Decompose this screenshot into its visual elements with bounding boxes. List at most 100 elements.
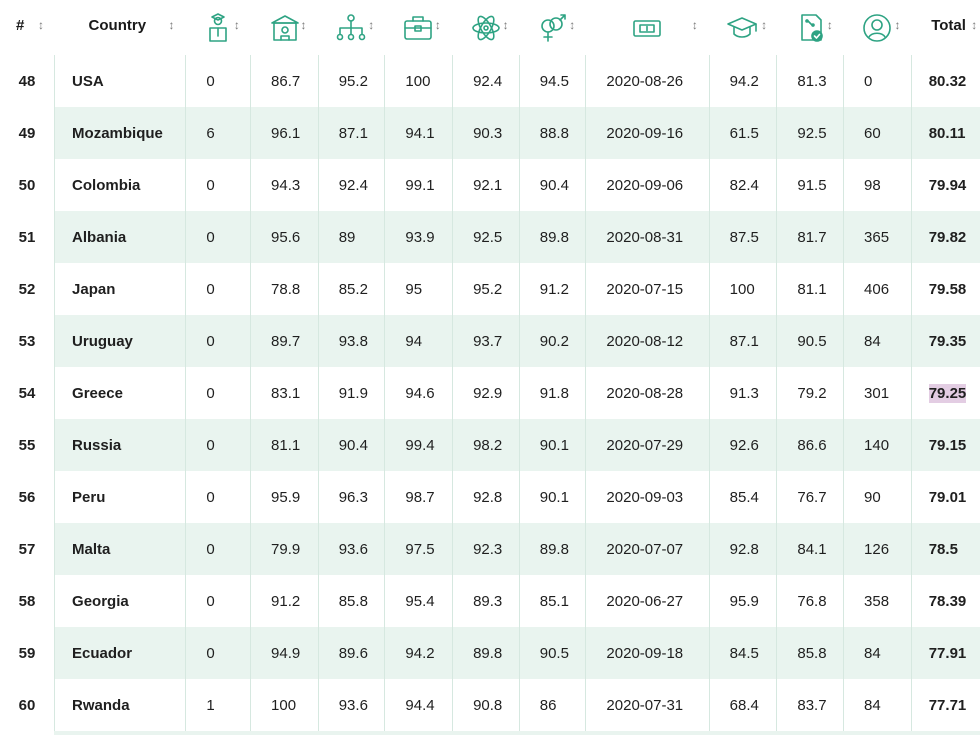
date-cell: 2020-09-03	[585, 471, 710, 523]
country-cell[interactable]: Rwanda	[54, 679, 186, 731]
country-cell[interactable]: Colombia	[54, 159, 186, 211]
col-header-7[interactable]: ↕	[586, 0, 709, 55]
score-cell: 81.3	[776, 55, 844, 107]
score-cell: 365	[843, 211, 912, 263]
country-cell[interactable]: Malta	[54, 523, 186, 575]
table-row[interactable]: 54 Greece 0 83.1 91.9 94.6 92.9 91.8 2020-08-28 9…	[0, 367, 980, 419]
score-cell: 95.4	[384, 575, 453, 627]
country-cell[interactable]: Mozambique	[54, 107, 186, 159]
score-cell: 81.1	[250, 419, 319, 471]
score-cell: 94	[384, 315, 453, 367]
score-cell: 94.2	[708, 55, 777, 107]
score-cell: 140	[843, 419, 912, 471]
total-value: 79.25	[928, 383, 967, 403]
table-row[interactable]: 55 Russia 0 81.1 90.4 99.4 98.2 90.1 2020-07-29 9…	[0, 419, 980, 471]
table-row[interactable]: 51 Albania 0 95.6 89 93.9 92.5 89.8 2020-08-31 87…	[0, 211, 980, 263]
score-cell: 0	[185, 523, 251, 575]
score-cell: 94.2	[384, 627, 453, 679]
table-row[interactable]: 49 Mozambique 6 96.1 87.1 94.1 90.3 88.8 2020-09…	[0, 107, 980, 159]
country-cell[interactable]: Ecuador	[54, 627, 186, 679]
country-cell[interactable]: Japan	[54, 263, 186, 315]
score-cell: 86.7	[250, 55, 319, 107]
col-header-9[interactable]: ↕	[777, 0, 844, 55]
score-cell: 85.8	[776, 627, 844, 679]
rank-header[interactable]: # ↕	[0, 0, 55, 55]
score-cell: 87.1	[317, 107, 385, 159]
sort-icon[interactable]: ↕	[368, 18, 374, 32]
score-cell: 94.6	[384, 367, 453, 419]
score-cell: 100	[384, 55, 453, 107]
graduation-person-icon	[202, 12, 234, 48]
total-cell: 77.71	[910, 679, 980, 731]
school-building-icon	[269, 12, 301, 48]
score-cell: 83.1	[250, 367, 319, 419]
table-row[interactable]: 56 Peru 0 95.9 96.3 98.7 92.8 90.1 2020-09-03 85.…	[0, 471, 980, 523]
country-cell[interactable]: USA	[54, 55, 186, 107]
score-cell: 0	[843, 55, 912, 107]
rank-cell: 52	[0, 263, 55, 315]
graduation-cap-icon	[726, 12, 758, 48]
table-row[interactable]: 58 Georgia 0 91.2 85.8 95.4 89.3 85.1 2020-06-27…	[0, 575, 980, 627]
score-cell: 92.5	[776, 107, 844, 159]
total-cell: 79.01	[910, 471, 980, 523]
score-cell: 91.9	[317, 367, 385, 419]
sort-icon[interactable]: ↕	[503, 18, 509, 32]
score-cell: 0	[185, 575, 251, 627]
country-cell[interactable]: Greece	[54, 367, 186, 419]
total-cell: 79.94	[910, 159, 980, 211]
sort-icon[interactable]: ↕	[569, 18, 575, 32]
rank-cell: 60	[0, 679, 55, 731]
sort-icon[interactable]: ↕	[971, 18, 977, 32]
country-cell[interactable]: Russia	[54, 419, 186, 471]
col-header-1[interactable]: ↕	[186, 0, 251, 55]
col-header-3[interactable]: ↕	[318, 0, 385, 55]
sort-icon[interactable]: ↕	[895, 18, 901, 32]
col-header-10[interactable]: ↕	[844, 0, 912, 55]
country-cell[interactable]: Peru	[54, 471, 186, 523]
table-row[interactable]: 60 Rwanda 1 100 93.6 94.4 90.8 86 2020-07-31 68.4…	[0, 679, 980, 731]
rank-cell: 59	[0, 627, 55, 679]
rank-header-label: #	[16, 17, 25, 34]
total-value: 78.5	[928, 540, 958, 558]
col-header-4[interactable]: ↕	[385, 0, 453, 55]
country-header[interactable]: Country ↕	[55, 0, 186, 55]
col-header-5[interactable]: ↕	[453, 0, 520, 55]
score-cell: 98	[843, 159, 912, 211]
score-cell: 90.8	[452, 679, 520, 731]
table-row[interactable]: 48 USA 0 86.7 95.2 100 92.4 94.5 2020-08-26 94.2 8…	[0, 55, 980, 107]
table-row[interactable]: 53 Uruguay 0 89.7 93.8 94 93.7 90.2 2020-08-12 87…	[0, 315, 980, 367]
sort-icon[interactable]: ↕	[761, 18, 767, 32]
col-header-6[interactable]: ↕	[519, 0, 586, 55]
sort-icon[interactable]: ↕	[827, 18, 833, 32]
score-cell: 85.1	[518, 575, 586, 627]
country-cell[interactable]: Uruguay	[54, 315, 186, 367]
sort-icon[interactable]: ↕	[301, 18, 307, 32]
table-row[interactable]: 50 Colombia 0 94.3 92.4 99.1 92.1 90.4 2020-09-0…	[0, 159, 980, 211]
table-row[interactable]: 59 Ecuador 0 94.9 89.6 94.2 89.8 90.5 2020-09-18…	[0, 627, 980, 679]
sort-icon[interactable]: ↕	[169, 18, 175, 32]
person-portrait-icon	[861, 12, 893, 48]
col-header-8[interactable]: ↕	[709, 0, 777, 55]
sort-icon[interactable]: ↕	[38, 18, 44, 32]
total-value: 77.91	[928, 644, 967, 662]
score-cell: 99.1	[384, 159, 453, 211]
sort-icon[interactable]: ↕	[692, 18, 698, 32]
country-cell[interactable]: Georgia	[54, 575, 186, 627]
sort-icon[interactable]: ↕	[234, 18, 240, 32]
table-row[interactable]: 57 Malta 0 79.9 93.6 97.5 92.3 89.8 2020-07-07 92…	[0, 523, 980, 575]
score-cell: 94.3	[250, 159, 319, 211]
total-header[interactable]: Total ↕	[911, 0, 980, 55]
total-value: 79.58	[928, 280, 967, 298]
score-cell: 79.9	[250, 523, 319, 575]
score-cell: 89.8	[452, 627, 520, 679]
country-cell[interactable]: Albania	[54, 211, 186, 263]
header-row: # ↕ Country ↕ ↕ ↕ ↕ ↕ ↕ ↕ ↕ ↕ ↕ ↕ Total …	[0, 0, 980, 55]
rank-cell: 48	[0, 55, 55, 107]
score-cell: 92.6	[708, 419, 777, 471]
table-row[interactable]: 52 Japan 0 78.8 85.2 95 95.2 91.2 2020-07-15 100 8…	[0, 263, 980, 315]
score-cell: 61.5	[708, 107, 777, 159]
score-cell: 92.8	[708, 523, 777, 575]
col-header-2[interactable]: ↕	[251, 0, 319, 55]
briefcase-icon	[402, 12, 434, 48]
sort-icon[interactable]: ↕	[435, 18, 441, 32]
